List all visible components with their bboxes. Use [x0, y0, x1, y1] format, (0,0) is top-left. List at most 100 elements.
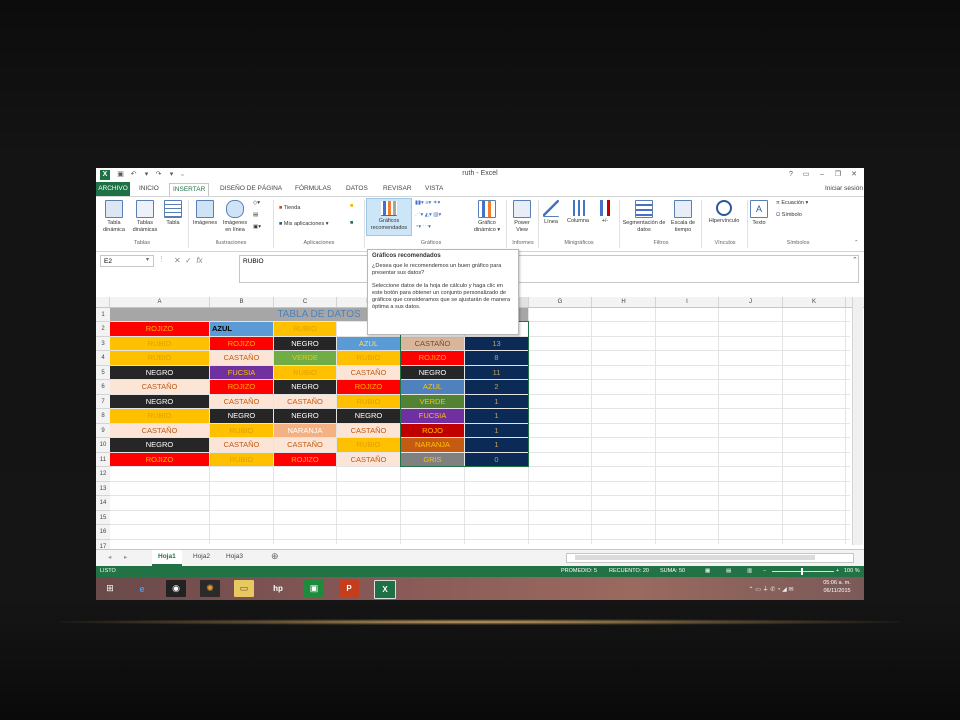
cell-B5[interactable]: FUCSIA: [210, 365, 274, 380]
row-header-15[interactable]: 15: [96, 510, 110, 525]
zoom-slider-thumb[interactable]: [801, 568, 803, 575]
store-app-icon[interactable]: ▣: [304, 580, 324, 597]
cancel-icon[interactable]: ✕: [174, 256, 181, 265]
images-button[interactable]: Imágenes: [190, 200, 220, 227]
text-button[interactable]: A Texto: [748, 200, 770, 227]
worksheet-grid[interactable]: 123456789101112131415161718TABLA DE DATO…: [96, 297, 864, 569]
cell-C10[interactable]: CASTAÑO: [274, 438, 337, 453]
row-header-4[interactable]: 4: [96, 351, 110, 366]
insert-function-icon[interactable]: fx: [196, 256, 202, 265]
cell-D4[interactable]: RUBIO: [337, 351, 401, 366]
row-header-7[interactable]: 7: [96, 394, 110, 409]
cell-B3[interactable]: ROJIZO: [210, 336, 274, 351]
cell-A6[interactable]: CASTAÑO: [110, 380, 210, 395]
tab-diseno[interactable]: DISEÑO DE PÁGINA: [220, 184, 282, 194]
add-sheet-icon[interactable]: ⊕: [271, 551, 279, 562]
row-header-10[interactable]: 10: [96, 438, 110, 453]
enter-icon[interactable]: ✓: [185, 256, 192, 265]
hp-icon[interactable]: hp: [268, 580, 288, 597]
row-header-6[interactable]: 6: [96, 380, 110, 395]
row-header-5[interactable]: 5: [96, 365, 110, 380]
help-button[interactable]: ?: [785, 170, 797, 179]
recommended-pivot-button[interactable]: Tablas dinámicas: [131, 200, 159, 234]
tab-formulas[interactable]: FÓRMULAS: [295, 184, 331, 194]
system-tray-icons[interactable]: ⌃ ▭ ⏚ ✆ ◔ ◢ ✉: [736, 580, 806, 597]
cell-A2[interactable]: ROJIZO: [110, 322, 210, 337]
screenshot-icon[interactable]: ▣▾: [253, 224, 261, 231]
cell-C3[interactable]: NEGRO: [274, 336, 337, 351]
line-chart-icon[interactable]: ⋰▾ ◭▾ ▥▾: [415, 212, 441, 219]
column-header-B[interactable]: B: [210, 297, 274, 307]
collapse-ribbon-icon[interactable]: ⌃: [854, 240, 859, 247]
internet-explorer-icon[interactable]: e: [132, 580, 152, 597]
cell-B4[interactable]: CASTAÑO: [210, 351, 274, 366]
cell-A10[interactable]: NEGRO: [110, 438, 210, 453]
zoom-level[interactable]: 100 %: [844, 567, 860, 576]
cell-B11[interactable]: RUBIO: [210, 452, 274, 467]
pivot-chart-button[interactable]: Gráfico dinámico ▾: [470, 200, 504, 234]
cell-B2[interactable]: AZUL: [210, 322, 274, 337]
select-all-corner[interactable]: [96, 297, 110, 307]
column-header-I[interactable]: I: [656, 297, 719, 307]
expand-formula-icon[interactable]: ⌃: [852, 256, 858, 264]
cell-C9[interactable]: NARANJA: [274, 423, 337, 438]
column-chart-icon[interactable]: ▮▮▾ ≡▾ ✶▾: [415, 200, 440, 207]
cell-D7[interactable]: RUBIO: [337, 394, 401, 409]
sparkline-column-button[interactable]: Columna: [563, 200, 593, 225]
column-header-K[interactable]: K: [783, 297, 846, 307]
page-layout-icon[interactable]: ▤: [726, 567, 731, 576]
cell-B9[interactable]: RUBIO: [210, 423, 274, 438]
row-header-12[interactable]: 12: [96, 467, 110, 482]
horizontal-scrollbar[interactable]: [566, 553, 854, 563]
tab-archivo[interactable]: ARCHIVO: [96, 182, 130, 196]
photo-app-icon[interactable]: ✺: [200, 580, 220, 597]
cell-B7[interactable]: CASTAÑO: [210, 394, 274, 409]
sheet-tab-hoja2[interactable]: Hoja2: [193, 553, 210, 560]
cell-C8[interactable]: NEGRO: [274, 409, 337, 424]
formula-input[interactable]: RUBIO: [239, 255, 859, 283]
sheet-tab-hoja3[interactable]: Hoja3: [226, 553, 243, 560]
online-images-button[interactable]: Imágenes en línea: [220, 200, 250, 234]
equation-button[interactable]: π Ecuación ▾: [776, 200, 808, 207]
column-header-H[interactable]: H: [592, 297, 656, 307]
bing-maps-icon[interactable]: ■: [350, 203, 353, 210]
smartart-icon[interactable]: ▤: [253, 212, 258, 219]
table-button[interactable]: Tabla: [161, 200, 185, 227]
cell-B6[interactable]: ROJIZO: [210, 380, 274, 395]
row-header-16[interactable]: 16: [96, 525, 110, 540]
cell-B8[interactable]: NEGRO: [210, 409, 274, 424]
media-player-icon[interactable]: ◉: [166, 580, 186, 597]
people-graph-icon[interactable]: ■: [350, 220, 353, 227]
cell-D3[interactable]: AZUL: [337, 336, 401, 351]
cell-C2[interactable]: RUBIO: [274, 322, 337, 337]
column-header-C[interactable]: C: [274, 297, 337, 307]
sparkline-winloss-button[interactable]: +/-: [594, 200, 616, 225]
cell-A8[interactable]: RUBIO: [110, 409, 210, 424]
zoom-out-icon[interactable]: −: [763, 567, 766, 576]
clock[interactable]: 05:06 a. m. 06/11/2015: [814, 579, 860, 595]
file-explorer-icon[interactable]: ▭: [234, 580, 254, 597]
cell-D9[interactable]: CASTAÑO: [337, 423, 401, 438]
normal-view-icon[interactable]: ▦: [705, 567, 710, 576]
sheet-tab-hoja1[interactable]: Hoja1: [152, 550, 182, 566]
zoom-slider[interactable]: [772, 568, 834, 575]
tab-insertar[interactable]: INSERTAR: [169, 183, 210, 196]
symbol-button[interactable]: Ω Símbolo: [776, 212, 802, 219]
store-button[interactable]: ■ Tienda: [279, 205, 300, 212]
next-sheet-icon[interactable]: ▸: [124, 553, 127, 561]
pie-chart-icon[interactable]: ◔▾ ⋯▾: [415, 224, 431, 231]
page-break-icon[interactable]: ▥: [747, 567, 752, 576]
excel-taskbar-icon[interactable]: X: [374, 580, 396, 599]
column-header-J[interactable]: J: [719, 297, 783, 307]
zoom-in-icon[interactable]: +: [836, 567, 839, 576]
sparkline-line-button[interactable]: Línea: [540, 200, 562, 226]
cell-A7[interactable]: NEGRO: [110, 394, 210, 409]
cell-D8[interactable]: NEGRO: [337, 409, 401, 424]
pivot-table-button[interactable]: Tabla dinámica: [99, 200, 129, 234]
tab-datos[interactable]: DATOS: [346, 184, 368, 194]
tab-revisar[interactable]: REVISAR: [383, 184, 412, 194]
row-header-1[interactable]: 1: [96, 308, 110, 322]
cell-D10[interactable]: RUBIO: [337, 438, 401, 453]
cell-C5[interactable]: RUBIO: [274, 365, 337, 380]
cell-D11[interactable]: CASTAÑO: [337, 452, 401, 467]
